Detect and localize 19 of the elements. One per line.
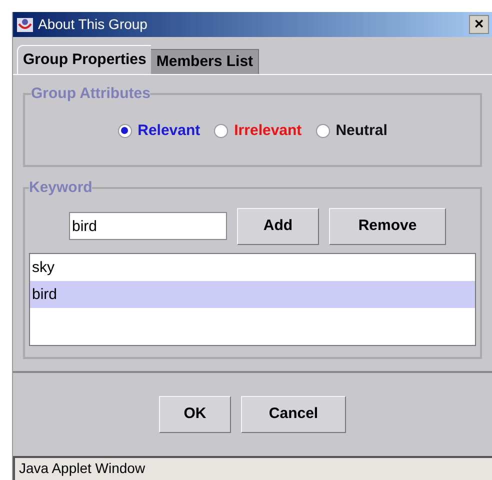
window-title: About This Group	[38, 15, 148, 34]
keyword-field[interactable]: bird	[69, 212, 227, 240]
radio-label: Relevant	[138, 120, 200, 140]
tab[interactable]: Members List	[151, 49, 260, 74]
radio-label: Irrelevant	[234, 120, 302, 140]
radio-option[interactable]: Neutral	[316, 120, 388, 142]
group-title: Group Attributes	[31, 84, 150, 104]
status-bar: Java Applet Window	[13, 456, 492, 480]
ok-button[interactable]: OK	[159, 396, 231, 433]
list-item[interactable]: bird	[30, 280, 475, 308]
radio-label: Neutral	[336, 120, 388, 140]
group-title: Keyword	[29, 178, 92, 198]
tab[interactable]: Group Properties	[17, 45, 152, 74]
close-button[interactable]: ×	[469, 15, 489, 34]
radio-option[interactable]: Relevant	[118, 120, 200, 142]
cancel-button[interactable]: Cancel	[241, 396, 346, 433]
remove-button[interactable]: Remove	[329, 208, 446, 244]
app-logo-icon	[16, 16, 34, 34]
add-button[interactable]: Add	[237, 208, 319, 244]
